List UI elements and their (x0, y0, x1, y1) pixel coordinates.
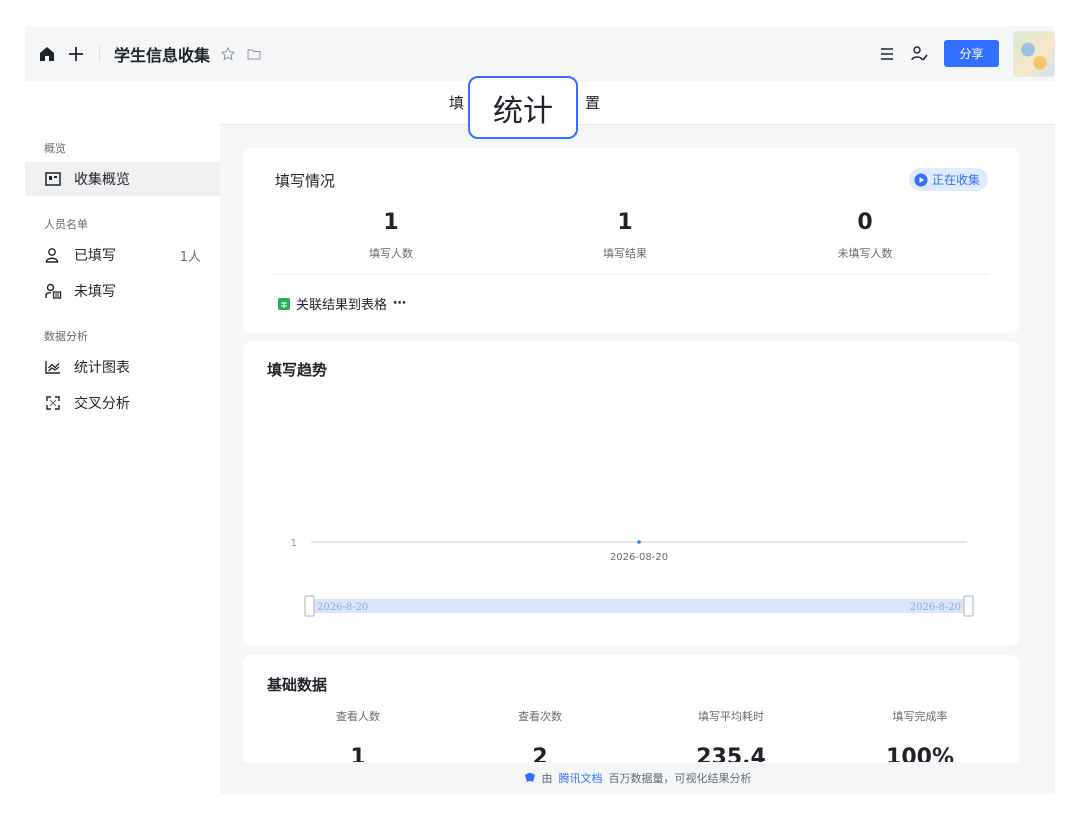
user-icon (44, 246, 62, 264)
footer-brand-link[interactable]: 腾讯文档 (559, 770, 603, 786)
range-slider-track (309, 599, 969, 613)
sidebar-item-label: 已填写 (74, 248, 116, 264)
sheet-icon (278, 297, 290, 310)
x-tick-label: 2026-08-20 (610, 552, 668, 563)
tab-statistics[interactable]: 统计 (468, 76, 578, 139)
stat-label: 填写结果 (603, 247, 647, 260)
add-icon[interactable] (67, 45, 85, 63)
basic-label: 填写平均耗时 (698, 710, 764, 723)
sidebar-item-charts[interactable]: 统计图表 (25, 350, 220, 384)
line-chart-icon (44, 358, 62, 376)
basic-label: 查看人数 (336, 710, 380, 723)
play-icon (914, 173, 928, 187)
status-text: 正在收集 (931, 173, 980, 187)
more-options[interactable]: ⋯ (393, 296, 406, 311)
range-handle-right[interactable] (963, 595, 974, 617)
card-title: 基础数据 (267, 676, 328, 694)
star-icon[interactable] (220, 46, 236, 62)
footer-prefix: 由 (541, 772, 553, 785)
cross-analysis-icon (44, 394, 62, 412)
basic-label: 查看次数 (518, 710, 562, 723)
tab-settings[interactable]: 置 (585, 92, 600, 113)
home-icon[interactable] (37, 44, 57, 64)
share-button[interactable]: 分享 (944, 40, 999, 67)
stat-label: 未填写人数 (837, 247, 893, 260)
folder-icon[interactable] (246, 46, 262, 62)
range-end-label: 2026-8-20 (910, 602, 961, 613)
range-start-label: 2026-8-20 (317, 602, 368, 613)
card-title: 填写情况 (275, 172, 336, 190)
collecting-status-badge[interactable]: 正在收集 (908, 168, 988, 191)
footer-suffix: 百万数据量，可视化结果分析 (608, 772, 752, 785)
sidebar: 概览 收集概览 人员名单 已填写 1人 未填写 数据分析 统计图表 交叉分析 (25, 124, 220, 794)
sidebar-item-label: 未填写 (74, 284, 116, 300)
range-handle-left[interactable] (304, 595, 315, 617)
user-list-icon (44, 282, 62, 300)
sidebar-group-overview: 概览 (44, 142, 66, 155)
app-window: 学生信息收集 分享 填 置 统计 概览 收集概览 人员名单 已填写 1人 未填写… (25, 26, 1055, 794)
trend-chart: 1 2026-08-20 2026-8-20 2026-8-20 (291, 538, 974, 617)
sidebar-item-label: 统计图表 (74, 360, 130, 376)
stat-value: 1 (383, 210, 399, 235)
link-label: 关联结果到表格 (296, 298, 388, 313)
sidebar-item-unfilled[interactable]: 未填写 (25, 274, 220, 308)
basic-label: 填写完成率 (892, 710, 948, 723)
sidebar-item-label: 交叉分析 (74, 396, 130, 412)
filled-count: 1人 (179, 249, 201, 265)
avatar[interactable] (1013, 30, 1055, 77)
trend-card: 填写趋势 1 2026-08-20 2026-8-20 2026-8-20 (243, 342, 1019, 646)
divider (273, 274, 989, 275)
board-icon (44, 170, 62, 188)
stat-value: 1 (617, 210, 633, 235)
separator (99, 45, 100, 62)
stat-label: 填写人数 (369, 247, 413, 260)
footer-banner: 由 腾讯文档 百万数据量，可视化结果分析 (220, 762, 1055, 794)
sidebar-item-label: 收集概览 (74, 172, 130, 188)
tencent-docs-logo-icon (524, 772, 536, 784)
data-point (637, 540, 641, 544)
link-to-sheet[interactable]: 关联结果到表格 ⋯ (278, 294, 406, 313)
tab-fill[interactable]: 填 (449, 92, 464, 113)
sidebar-group-analysis: 数据分析 (44, 330, 88, 343)
sidebar-item-cross-analysis[interactable]: 交叉分析 (25, 386, 220, 420)
top-bar: 学生信息收集 分享 (25, 26, 1055, 81)
menu-icon[interactable] (878, 45, 896, 63)
doc-title[interactable]: 学生信息收集 (114, 42, 210, 66)
sidebar-item-filled[interactable]: 已填写 1人 (25, 238, 220, 272)
stat-value: 0 (857, 210, 873, 235)
collaborate-user-icon[interactable] (910, 45, 930, 63)
sidebar-item-overview[interactable]: 收集概览 (25, 162, 220, 196)
fill-status-card: 填写情况 正在收集 1 填写人数 1 填写结果 0 未填写人数 关联结果到表格 … (243, 148, 1019, 333)
sidebar-group-people: 人员名单 (44, 218, 88, 231)
y-tick-label: 1 (291, 538, 297, 549)
